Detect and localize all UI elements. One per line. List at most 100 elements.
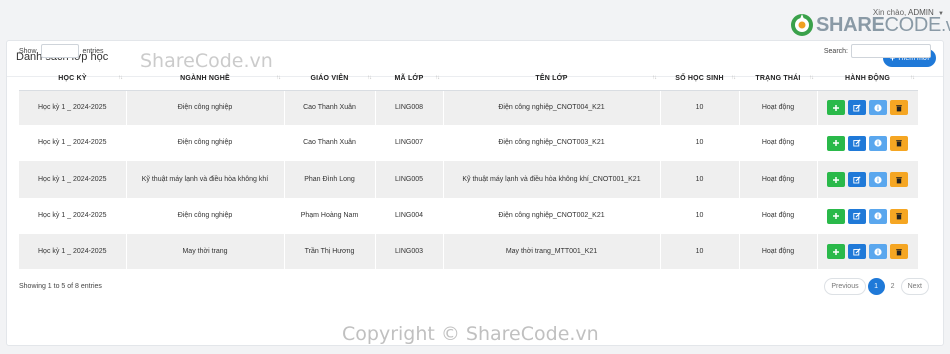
cell-term: Học kỳ 1 _ 2024-2025 [19,161,126,198]
info-icon [874,212,882,220]
page-1-button[interactable]: 1 [867,278,885,295]
cell-status: Hoạt động [738,234,817,269]
cell-class-name: Điện công nghiệp_CNOT004_K21 [442,90,660,125]
show-label: Show [19,47,37,55]
table-row: Học kỳ 1 _ 2024-2025 Kỹ thuật máy lạnh v… [19,161,918,198]
column-header[interactable]: HỌC KỲ ↑↓ [19,68,126,91]
add-student-button[interactable] [827,135,846,151]
column-header[interactable]: SỐ HỌC SINH ↑↓ [660,68,739,91]
watermark: ShareCode.vn [140,50,273,72]
page-length-control: Show entries [19,44,104,58]
cell-student-count: 10 [659,234,739,269]
edit-button[interactable] [848,244,867,259]
cell-teacher: Phan Đình Long [283,161,375,198]
table-row: Học kỳ 1 _ 2024-2025 Điện công nghiệp Ph… [19,198,918,234]
cell-term: Học kỳ 1 _ 2024-2025 [19,125,126,161]
column-header[interactable]: MÃ LỚP ↑↓ [375,68,443,91]
add-student-button[interactable] [827,208,846,224]
cell-actions [816,161,918,198]
page-length-select[interactable] [40,44,79,58]
edit-button[interactable] [848,100,867,116]
cell-student-count: 10 [659,90,739,125]
copyright-watermark: Copyright © ShareCode.vn [342,323,599,345]
sort-icon: ↑↓ [367,75,372,81]
cell-class-code: LING004 [374,198,443,234]
column-header[interactable]: HÀNH ĐỘNG ↑↓ [817,68,918,91]
delete-button[interactable] [890,100,909,116]
add-student-button[interactable] [827,172,846,187]
edit-button[interactable] [848,135,867,151]
cell-actions [816,90,918,125]
info-button[interactable] [869,135,888,151]
edit-icon [853,139,861,147]
top-bar: Xin chào, ADMIN ▼ SHARECODE.vn [0,0,950,40]
cell-teacher: Trần Thị Hương [283,234,375,269]
delete-button[interactable] [890,208,909,224]
cell-major: May thời trang [125,234,284,269]
info-button[interactable] [869,172,888,187]
logo-text: SHARECODE.vn [816,13,950,36]
search-input[interactable] [851,44,931,58]
cell-teacher: Cao Thanh Xuân [283,125,375,161]
cell-class-name: Điện công nghiệp_CNOT003_K21 [442,125,660,161]
edit-icon [853,104,861,112]
sort-icon: ↑↓ [276,75,281,81]
delete-button[interactable] [890,244,909,259]
info-icon [874,104,882,112]
class-table: HỌC KỲ ↑↓ NGÀNH NGHỀ ↑↓ GIÁO VIÊN ↑↓ MÃ LỚP… [19,68,918,269]
plus-icon [833,176,840,183]
plus-icon [833,248,840,255]
sort-icon: ↑↓ [435,75,440,81]
sort-icon: ↑↓ [118,75,123,81]
cell-class-name: May thời trang_MTT001_K21 [442,234,660,269]
search-control: Search: [824,44,931,58]
cell-class-name: Điện công nghiệp_CNOT002_K21 [442,198,660,234]
plus-icon [833,140,840,146]
sort-icon: ↑↓ [809,75,814,81]
add-student-button[interactable] [827,100,846,116]
cell-class-code: LING008 [374,90,443,125]
next-button[interactable]: Next [900,278,929,295]
edit-icon [853,247,861,255]
column-header[interactable]: TÊN LỚP ↑↓ [443,68,660,91]
table-row: Học kỳ 1 _ 2024-2025 May thời trang Trần… [19,234,918,269]
delete-button[interactable] [890,135,909,151]
edit-button[interactable] [848,172,867,187]
info-icon [874,175,882,184]
plus-icon [833,104,840,111]
column-header[interactable]: TRẠNG THÁI ↑↓ [739,68,817,91]
table-row: Học kỳ 1 _ 2024-2025 Điện công nghiệp Ca… [19,125,918,161]
cell-student-count: 10 [659,125,739,161]
edit-icon [853,212,861,220]
previous-button[interactable]: Previous [824,278,866,295]
trash-icon [896,213,903,220]
info-icon [874,247,882,256]
info-button[interactable] [869,100,888,116]
cell-major: Kỹ thuật máy lạnh và điều hòa không khí [125,161,284,198]
info-icon [874,139,882,147]
add-student-button[interactable] [827,244,846,259]
cell-actions [816,234,918,269]
cell-actions [816,198,918,234]
page-2-button[interactable]: 2 [886,278,899,295]
cell-status: Hoạt động [738,90,817,125]
info-button[interactable] [869,208,888,224]
cell-class-code: LING003 [374,234,443,269]
edit-button[interactable] [848,208,867,224]
logo: SHARECODE.vn [790,10,950,40]
column-header[interactable]: GIÁO VIÊN ↑↓ [284,68,375,91]
sort-icon: ↑↓ [731,75,736,81]
info-button[interactable] [869,244,888,259]
cell-class-code: LING007 [374,125,443,161]
cell-major: Điện công nghiệp [125,125,284,161]
cell-status: Hoạt động [738,125,817,161]
delete-button[interactable] [890,172,909,187]
trash-icon [896,140,903,147]
pagination: Previous 1 2 Next [824,278,929,295]
entries-label: entries [82,47,104,55]
cell-actions [816,125,918,161]
trash-icon [896,104,903,112]
cell-student-count: 10 [659,198,739,234]
cell-status: Hoạt động [738,198,817,234]
trash-icon [896,176,903,183]
